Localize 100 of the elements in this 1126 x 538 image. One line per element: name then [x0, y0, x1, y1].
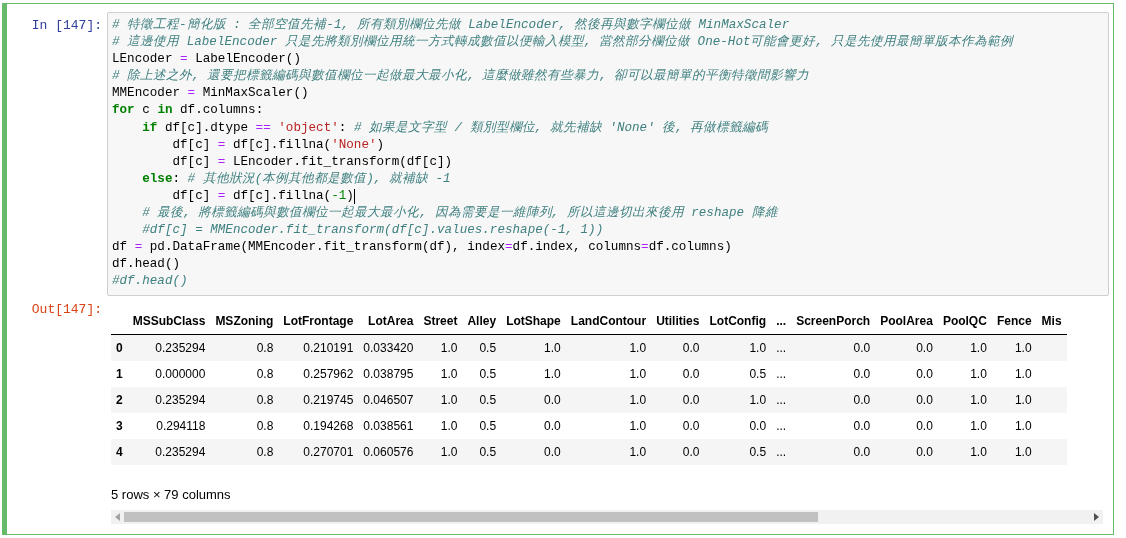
table-cell: ...: [776, 340, 787, 355]
column-header: Alley: [467, 313, 497, 328]
code-line: #df[c] = MMEncoder.fit_transform(df[c].values.reshape(-1, 1)): [141, 222, 604, 240]
table-cell: 1.0: [749, 392, 767, 407]
table-cell: 0.0: [853, 392, 871, 407]
table-cell: 1.0: [544, 366, 561, 381]
table-cell: 0.5: [479, 340, 497, 355]
table-cell: 0.0: [682, 392, 700, 407]
table-cell: 1.0: [970, 366, 987, 381]
table-cell: 0.8: [256, 418, 274, 433]
table-cell: 0.8: [256, 340, 274, 355]
input-prompt: In [147]:: [31, 18, 102, 33]
table-cell: 0.0: [916, 366, 933, 381]
column-header: LandContour: [570, 313, 647, 328]
horizontal-scrollbar[interactable]: [111, 509, 1103, 524]
table-cell: ...: [776, 418, 787, 433]
table-cell: 0.0: [682, 444, 700, 459]
column-header: ...: [776, 313, 787, 328]
table-cell: 0.257962: [303, 366, 354, 381]
table-cell: 1.0: [749, 340, 767, 355]
shape-note: 5 rows × 79 columns: [111, 486, 232, 502]
table-cell: 1.0: [440, 418, 458, 433]
table-cell: ...: [776, 366, 787, 381]
table-cell: 0.5: [479, 366, 497, 381]
table-cell: 1.0: [440, 392, 458, 407]
table-cell: 1.0: [1014, 366, 1032, 381]
table-cell: 0.5: [749, 366, 767, 381]
code-line: # 這邊使用 LabelEncoder 只是先將類別欄位用統一方式轉成數值以便輸入模型, 當然部分欄位做 One-Hot可能會更好, 只是先使用最簡單版本作為範例: [112, 34, 1013, 52]
table-cell: 0.0: [682, 418, 700, 433]
table-cell: 1.0: [970, 392, 987, 407]
code-line: MMEncoder = MinMaxScaler(): [112, 85, 309, 103]
table-cell: 0.235294: [155, 340, 206, 355]
row-index: 4: [116, 444, 123, 459]
code-line: df[c] = df[c].fillna('None'): [171, 136, 385, 154]
code-editor[interactable]: [107, 12, 1109, 296]
table-cell: 0.5: [749, 444, 767, 459]
column-header: Fence: [996, 313, 1032, 328]
table-cell: 1.0: [970, 444, 987, 459]
output-prompt: Out[147]:: [31, 301, 102, 317]
table-cell: 0.038561: [363, 418, 414, 433]
column-header: MSZoning: [215, 313, 274, 328]
code-line: for c in df.columns:: [112, 102, 264, 120]
table-cell: 0.0: [916, 392, 933, 407]
table-cell: 0.000000: [155, 366, 206, 381]
code-line: else: # 其他狀況(本例其他都是數值), 就補缺 -1: [141, 170, 451, 188]
code-line: df = pd.DataFrame(MMEncoder.fit_transform(df), index=df.index, columns=df.columns): [112, 239, 732, 257]
column-header: LotFrontage: [283, 313, 354, 328]
table-cell: 1.0: [970, 418, 987, 433]
column-header: PoolArea: [880, 313, 933, 328]
table-cell: 0.0: [544, 444, 561, 459]
table-cell: 0.8: [256, 444, 274, 459]
table-cell: 0.8: [256, 366, 274, 381]
code-line: #df.head(): [112, 273, 188, 291]
table-cell: 0.0: [853, 340, 871, 355]
table-cell: 1.0: [1014, 392, 1032, 407]
table-cell: 0.5: [479, 418, 497, 433]
table-cell: 0.060576: [363, 444, 414, 459]
row-index: 0: [116, 340, 123, 355]
table-cell: 0.270701: [303, 444, 354, 459]
table-cell: 0.5: [479, 444, 497, 459]
code-line: df[c] = LEncoder.fit_transform(df[c]): [171, 153, 453, 171]
table-cell: 0.194268: [303, 418, 354, 433]
table-cell: 1.0: [629, 366, 647, 381]
table-cell: 0.033420: [363, 340, 414, 355]
table-cell: 1.0: [1014, 418, 1032, 433]
table-cell: 0.219745: [303, 392, 354, 407]
code-line: # 最後, 將標籤編碼與數值欄位一起最大最小化, 因為需要是一維陣列, 所以這邊切出來後用 reshape 降維: [141, 205, 778, 223]
table-cell: 1.0: [1014, 340, 1032, 355]
column-header: LotShape: [506, 313, 561, 328]
table-cell: 1.0: [1014, 444, 1032, 459]
table-cell: 1.0: [629, 392, 647, 407]
table-cell: 0.0: [853, 418, 871, 433]
table-cell: 1.0: [440, 340, 458, 355]
table-cell: ...: [776, 392, 787, 407]
table-cell: 0.0: [916, 418, 933, 433]
code-line: # 特徵工程-簡化版 : 全部空值先補-1, 所有類別欄位先做 LabelEncoder, 然後再與數字欄位做 MinMaxScaler: [112, 17, 790, 34]
code-line: # 除上述之外, 還要把標籤編碼與數值欄位一起做最大最小化, 這麼做雖然有些暴力, 卻可以最簡單的平衡特徵間影響力: [112, 68, 810, 86]
column-header: Mis: [1041, 313, 1062, 328]
table-cell: 0.0: [916, 444, 933, 459]
table-cell: 0.0: [682, 340, 700, 355]
table-cell: 0.0: [853, 444, 871, 459]
code-line: LEncoder = LabelEncoder(): [112, 51, 301, 68]
table-cell: 1.0: [970, 340, 987, 355]
table-cell: 0.0: [682, 366, 700, 381]
table-cell: 1.0: [629, 444, 647, 459]
table-cell: 0.5: [479, 392, 497, 407]
table-cell: 0.294118: [156, 418, 206, 433]
table-cell: 1.0: [440, 366, 458, 381]
table-cell: 0.235294: [155, 444, 206, 459]
scrollbar-thumb[interactable]: [124, 511, 818, 522]
row-index: 2: [116, 392, 123, 407]
scroll-left-icon[interactable]: [115, 512, 120, 521]
table-cell: 0.046507: [363, 392, 414, 407]
table-cell: ...: [776, 444, 787, 459]
table-cell: 0.235294: [155, 392, 206, 407]
scroll-right-icon[interactable]: [1094, 512, 1099, 521]
code-line: if df[c].dtype == 'object': # 如果是文字型 / 類別型欄位, 就先補缺 'None' 後, 再做標籤編碼: [141, 119, 769, 137]
column-header: Street: [423, 313, 458, 328]
table-cell: 1.0: [629, 340, 647, 355]
code-line: df.head(): [112, 256, 181, 274]
